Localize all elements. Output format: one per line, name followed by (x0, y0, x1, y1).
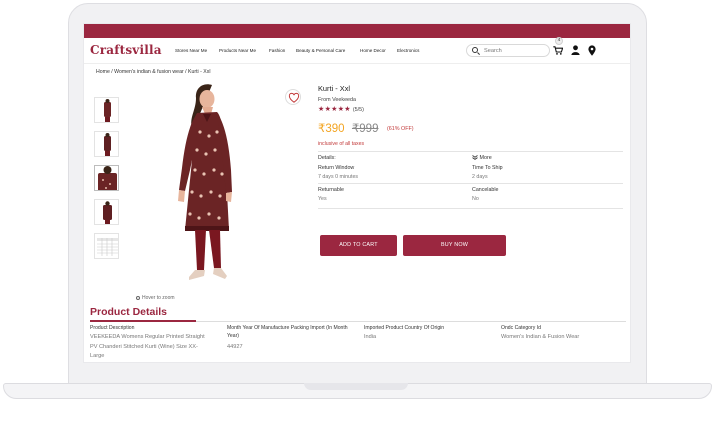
user-icon[interactable] (571, 45, 580, 55)
original-price: ₹999 (351, 123, 379, 135)
returnable-label: Returnable (318, 187, 344, 193)
search-box[interactable]: Search (466, 44, 550, 57)
kurti-thumbnail-image (104, 99, 111, 122)
divider (318, 151, 623, 152)
detail-value-country-of-origin: India (364, 334, 377, 340)
wishlist-button[interactable] (285, 89, 301, 105)
product-title: Kurti - Xxl (318, 84, 351, 93)
detail-value-description: VEEKEEDA Womens Regular Printed Straight… (90, 334, 205, 359)
kurti-thumbnail-image (104, 133, 111, 156)
nav-electronics[interactable]: Electronics (397, 48, 419, 53)
search-placeholder: Search (484, 48, 502, 54)
time-to-ship-value: 2 days (472, 174, 488, 180)
detail-label-description: Product Description (90, 325, 135, 331)
heading-underline (90, 320, 196, 322)
nav-beauty-personal-care[interactable]: Beauty & Personal Care (296, 48, 345, 53)
more-toggle[interactable]: More (472, 155, 492, 161)
cancelable-value: No (472, 196, 479, 202)
product-details-heading: Product Details (90, 306, 168, 318)
thumbnail-front[interactable] (94, 97, 119, 123)
divider (318, 183, 623, 184)
detail-label-ondc-category: Ondc Category Id (501, 325, 541, 331)
thumbnail-back[interactable] (94, 199, 119, 225)
selling-price: ₹390 (318, 123, 345, 135)
header-nav: Craftsvilla Stores Near Me Products Near… (84, 37, 630, 64)
divider (318, 208, 623, 209)
thumbnail-strip (94, 97, 120, 267)
kurti-thumbnail-image (98, 166, 117, 190)
search-icon (472, 47, 478, 53)
detail-label-manufacture-date: Month Year Of Manufacture Packing Import… (227, 325, 348, 339)
kurti-thumbnail-image (103, 201, 112, 224)
hover-hint-text: Hover to zoom (142, 295, 175, 301)
detail-value-manufacture-date: 44927 (227, 344, 243, 350)
return-window-label: Return Window (318, 165, 355, 171)
details-label: Details: (318, 155, 336, 161)
cart-icon[interactable] (553, 46, 563, 55)
zoom-icon (136, 295, 140, 300)
nav-products-near-me[interactable]: Products Near Me (219, 48, 256, 53)
price-row: ₹390 ₹999 (61% OFF) (318, 119, 623, 137)
product-info: Kurti - Xxl From Veekeeda ★★★★★ (5/5) ₹39… (318, 84, 623, 147)
nav-fashion[interactable]: Fashion (269, 48, 285, 53)
more-label: More (479, 155, 492, 161)
cart-count-badge: 4 (555, 37, 563, 45)
thumbnail-size-chart[interactable] (94, 233, 119, 259)
breadcrumb[interactable]: Home / Women's indian & fusion wear / Ku… (96, 69, 211, 75)
add-to-cart-button[interactable]: ADD TO CART (320, 235, 397, 256)
laptop-mockup: Craftsvilla Stores Near Me Products Near… (0, 0, 715, 430)
chevron-double-down-icon (472, 155, 478, 160)
location-pin-icon[interactable] (588, 45, 596, 56)
detail-label-country-of-origin: Imported Product Country Of Origin (364, 325, 445, 331)
seller-name[interactable]: From Veekeeda (318, 97, 623, 103)
buy-now-button[interactable]: BUY NOW (403, 235, 506, 256)
time-to-ship-label: Time To Ship (472, 165, 503, 171)
craftsvilla-logo[interactable]: Craftsvilla (90, 43, 162, 57)
browser-screen: Craftsvilla Stores Near Me Products Near… (83, 23, 631, 363)
top-banner-bar (84, 24, 630, 38)
heart-icon (288, 92, 300, 103)
return-window-value: 7 days 0 minutes (318, 174, 359, 180)
main-product-image[interactable] (159, 80, 259, 295)
rating-stars: ★★★★★ (5/5) (318, 105, 623, 113)
nav-home-decor[interactable]: Home Decor (360, 48, 386, 53)
hover-to-zoom-hint: Hover to zoom (136, 295, 175, 301)
size-chart-thumbnail-image (97, 238, 118, 256)
cancelable-label: Cancelable (472, 187, 499, 193)
star-icons: ★★★★★ (318, 106, 351, 113)
nav-stores-near-me[interactable]: Stores Near Me (175, 48, 207, 53)
returnable-value: Yes (318, 196, 327, 202)
tax-note: inclusive of all taxes (318, 141, 365, 147)
detail-value-ondc-category: Women's Indian & Fusion Wear (501, 334, 580, 340)
rating-value: (5/5) (352, 107, 364, 113)
thumbnail-side[interactable] (94, 131, 119, 157)
discount-label: (61% OFF) (386, 126, 414, 132)
laptop-notch (304, 383, 408, 390)
thumbnail-closeup[interactable] (94, 165, 119, 191)
